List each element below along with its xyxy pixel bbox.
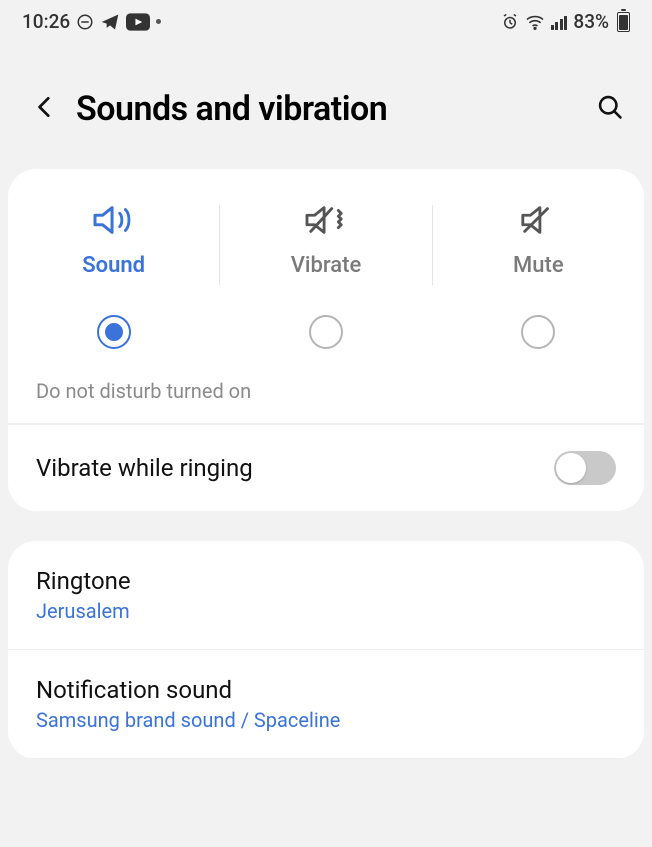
mode-vibrate[interactable]: Vibrate xyxy=(220,199,431,285)
ringtone-value: Jerusalem xyxy=(36,599,131,623)
vibrate-icon xyxy=(303,199,349,241)
notification-sound-label: Notification sound xyxy=(36,676,340,704)
sound-mode-card: Sound Vibrate Mute xyxy=(8,169,644,511)
battery-icon xyxy=(617,12,630,32)
sound-mode-radios xyxy=(8,295,644,373)
mode-sound[interactable]: Sound xyxy=(8,199,219,285)
dnd-status-icon xyxy=(76,13,94,31)
mute-icon xyxy=(515,199,561,241)
wifi-icon xyxy=(525,14,545,30)
radio-vibrate[interactable] xyxy=(309,315,343,349)
mode-mute-label: Mute xyxy=(513,253,564,278)
battery-percent: 83% xyxy=(573,10,609,33)
page-title: Sounds and vibration xyxy=(76,89,578,129)
search-button[interactable] xyxy=(596,93,624,125)
page-header: Sounds and vibration xyxy=(0,39,652,169)
telegram-icon xyxy=(100,12,120,32)
radio-sound[interactable] xyxy=(97,315,131,349)
radio-mute[interactable] xyxy=(521,315,555,349)
mode-vibrate-label: Vibrate xyxy=(291,253,362,278)
youtube-icon xyxy=(126,13,150,31)
notification-sound-value: Samsung brand sound / Spaceline xyxy=(36,708,340,732)
sound-mode-selector: Sound Vibrate Mute xyxy=(8,169,644,295)
vibrate-while-ringing-row[interactable]: Vibrate while ringing xyxy=(8,424,644,511)
more-notifications-dot xyxy=(156,19,161,24)
status-time: 10:26 xyxy=(22,10,70,33)
signal-icon xyxy=(551,14,568,30)
dnd-note: Do not disturb turned on xyxy=(8,373,644,424)
vibrate-while-ringing-toggle[interactable] xyxy=(554,451,616,485)
mode-sound-label: Sound xyxy=(82,253,145,278)
sounds-card: Ringtone Jerusalem Notification sound Sa… xyxy=(8,541,644,759)
status-bar: 10:26 83% xyxy=(0,0,652,39)
notification-sound-row[interactable]: Notification sound Samsung brand sound /… xyxy=(8,649,644,758)
vibrate-while-ringing-label: Vibrate while ringing xyxy=(36,454,253,482)
mode-mute[interactable]: Mute xyxy=(433,199,644,285)
ringtone-label: Ringtone xyxy=(36,567,131,595)
ringtone-row[interactable]: Ringtone Jerusalem xyxy=(8,541,644,649)
back-button[interactable] xyxy=(32,92,58,126)
alarm-icon xyxy=(501,13,519,31)
sound-icon xyxy=(91,199,137,241)
